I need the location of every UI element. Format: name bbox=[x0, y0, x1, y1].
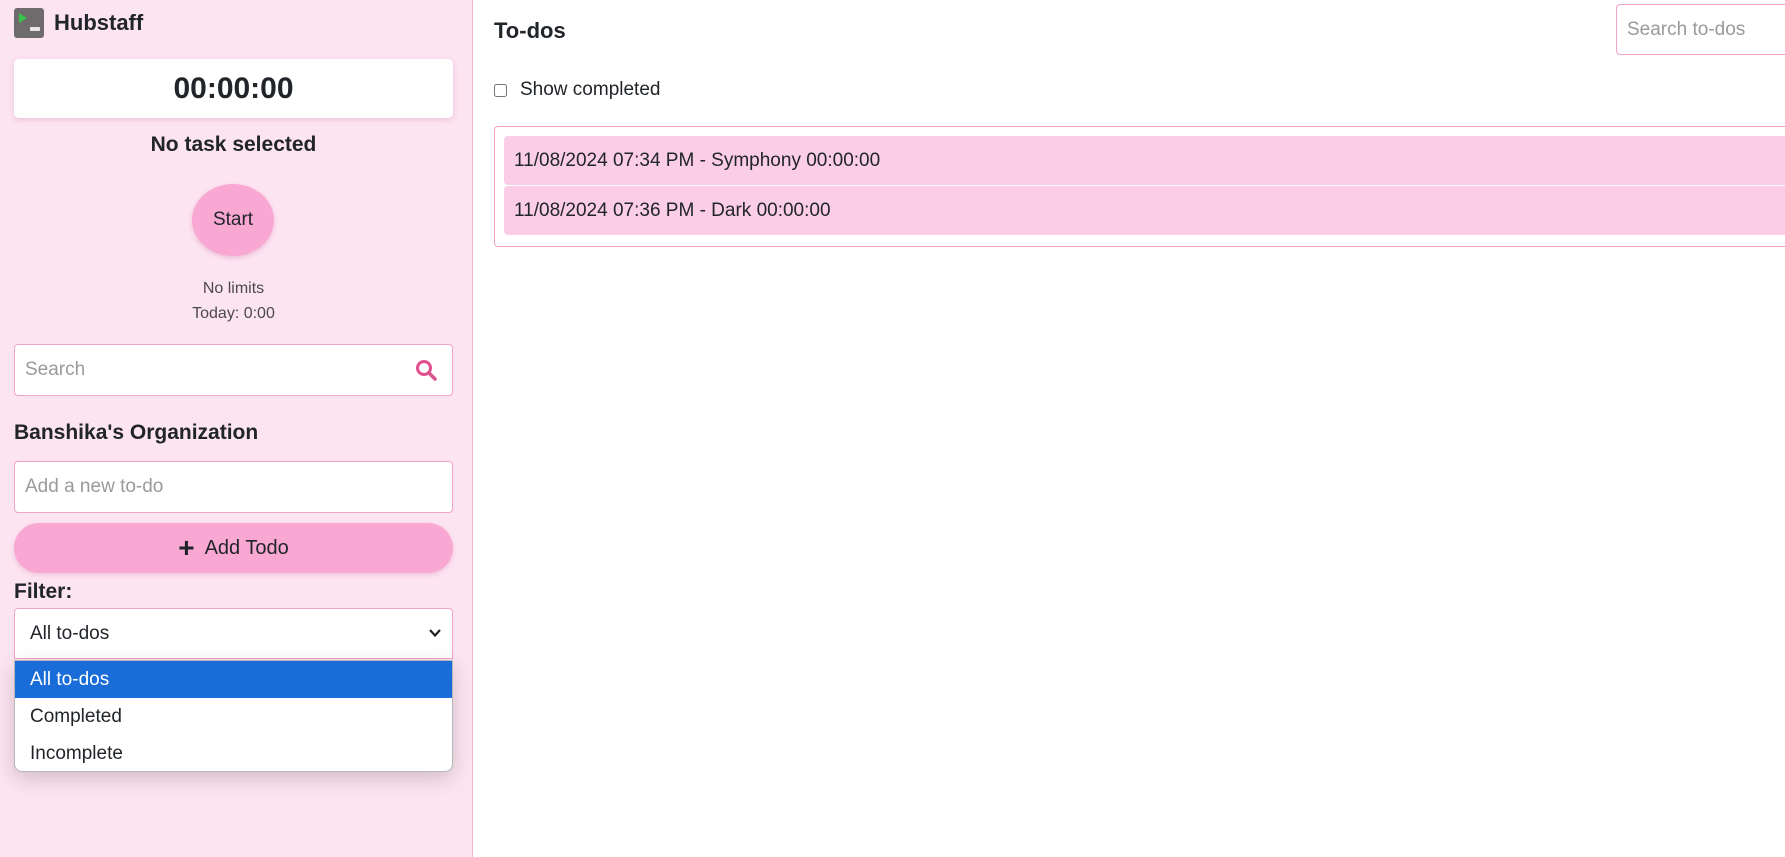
add-todo-label: Add Todo bbox=[204, 536, 289, 559]
show-completed-checkbox[interactable] bbox=[494, 83, 507, 97]
limits-text: No limits bbox=[202, 280, 265, 297]
filter-selected-value: All to-dos bbox=[30, 622, 110, 644]
start-button[interactable]: Start bbox=[192, 184, 274, 256]
page-title: To-dos bbox=[494, 18, 566, 43]
todo-list: 11/08/2024 07:34 PM - Symphony 00:00:00 … bbox=[494, 126, 1785, 247]
show-completed-label: Show completed bbox=[520, 79, 661, 100]
filter-option-incomplete[interactable]: Incomplete bbox=[15, 735, 452, 771]
show-completed-toggle[interactable]: Show completed bbox=[494, 79, 660, 101]
filter-option-completed[interactable]: Completed bbox=[15, 698, 452, 735]
search-input[interactable] bbox=[25, 345, 405, 395]
add-todo-button[interactable]: + Add Todo bbox=[14, 523, 453, 573]
sidebar: Hubstaff 00:00:00 No task selected Start… bbox=[0, 0, 473, 857]
hubstaff-logo-icon bbox=[14, 8, 44, 38]
limits-info: No limits Today: 0:00 bbox=[14, 276, 453, 326]
filter-dropdown: All to-dos Completed Incomplete bbox=[14, 660, 453, 772]
list-item[interactable]: 11/08/2024 07:34 PM - Symphony 00:00:00 bbox=[504, 136, 1785, 185]
chevron-down-icon bbox=[429, 629, 441, 638]
organization-name: Banshika's Organization bbox=[14, 421, 259, 444]
today-text: Today: 0:00 bbox=[192, 305, 275, 322]
search-icon[interactable] bbox=[414, 358, 438, 382]
list-item[interactable]: 11/08/2024 07:36 PM - Dark 00:00:00 bbox=[504, 186, 1785, 235]
plus-icon: + bbox=[178, 532, 195, 563]
filter-option-all[interactable]: All to-dos bbox=[15, 661, 452, 698]
brand-name: Hubstaff bbox=[54, 10, 144, 35]
new-todo-input[interactable] bbox=[14, 461, 453, 513]
sidebar-search bbox=[14, 344, 453, 396]
filter-select[interactable]: All to-dos bbox=[14, 608, 453, 659]
timer-display: 00:00:00 bbox=[14, 59, 453, 118]
brand: Hubstaff bbox=[14, 8, 143, 38]
main-content: To-dos Show completed 11/08/2024 07:34 P… bbox=[474, 0, 1785, 857]
filter-label: Filter: bbox=[14, 580, 73, 603]
todo-search-input[interactable] bbox=[1616, 4, 1785, 55]
task-status: No task selected bbox=[150, 133, 317, 156]
